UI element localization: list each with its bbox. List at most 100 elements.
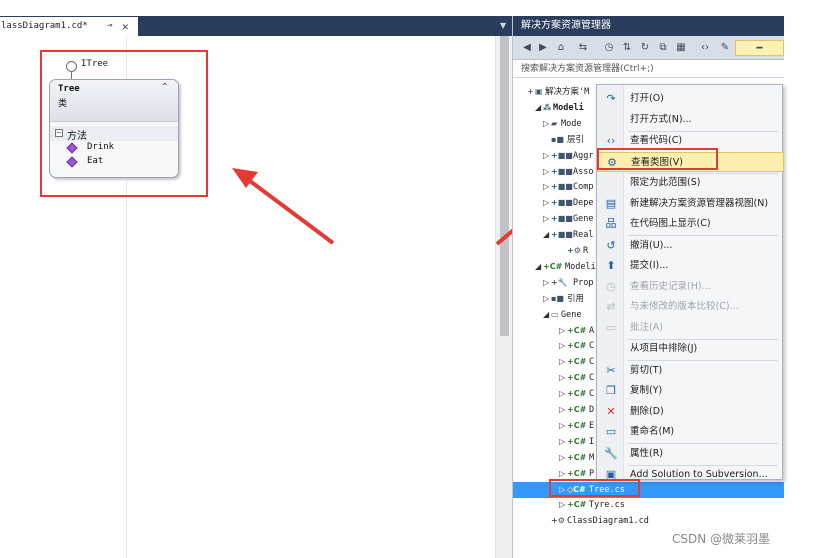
tree-item-icon: +C# [567, 325, 587, 335]
forward-icon[interactable]: ▶ [535, 40, 551, 56]
tree-item-label: Mode [561, 118, 582, 129]
tree-item-icon: +■■ [551, 230, 573, 240]
menu-item[interactable]: 品 在代码图上显示(C) [597, 214, 784, 234]
tree-item-label: C [589, 373, 595, 384]
menu-item-label: 从项目中排除(J) [630, 343, 698, 354]
solution-explorer-title: 解决方案资源管理器 [513, 16, 784, 36]
menu-item-label: 删除(D) [630, 405, 664, 417]
tree-item-icon: +C# [567, 452, 587, 462]
tree-item-icon: +■■ [551, 150, 573, 160]
tree-item-icon: +■■ [551, 198, 573, 208]
tree-expander-icon[interactable]: ▷ [543, 164, 549, 180]
annotation-box-tree-cs [549, 479, 640, 497]
tree-expander-icon[interactable]: ▷ [559, 354, 565, 370]
tree-expander-icon[interactable]: ▷ [543, 291, 549, 307]
tree-expander-icon[interactable]: ▷ [559, 402, 565, 418]
tree-item-icon: ▪■ [551, 134, 564, 144]
tree-expander-icon[interactable]: ▷ [559, 450, 565, 466]
tree-expander-icon[interactable]: ▷ [559, 497, 565, 513]
menu-item-label: 查看历史记录(H)... [630, 280, 711, 292]
annotate-icon: ▭ [605, 320, 617, 334]
tree-item-label: Depe [573, 198, 594, 209]
back-icon[interactable]: ◀ [519, 40, 535, 56]
tree-item-icon: +C# [543, 261, 563, 271]
arrow-to-class-shape [232, 168, 335, 245]
tree-item-label: Asso [573, 166, 594, 177]
delete-icon: ✕ [606, 404, 616, 418]
tree-item-icon: ▭ [551, 309, 559, 319]
tree-expander-icon[interactable]: ◢ [543, 227, 549, 243]
history-icon[interactable]: ◷ [601, 40, 617, 56]
tree-expander-icon[interactable]: ◢ [535, 100, 541, 116]
tree-expander-icon[interactable]: ▷ [559, 418, 565, 434]
view-code-icon[interactable]: ‹› [697, 40, 713, 56]
tree-expander-icon[interactable]: ▷ [543, 211, 549, 227]
menu-item[interactable]: 打开方式(N)... [597, 110, 784, 130]
menu-item: ⇄ 与未修改的版本比较(C)... [597, 297, 784, 317]
refresh-icon[interactable]: ↻ [637, 40, 653, 56]
menu-item[interactable]: ❐ 复制(Y) [597, 381, 784, 401]
tree-expander-icon[interactable]: ▷ [543, 275, 549, 291]
tree-expander-icon[interactable]: ▷ [559, 434, 565, 450]
menu-item[interactable]: 🔧 属性(R) [597, 444, 784, 464]
menu-item-label: 在代码图上显示(C) [630, 218, 711, 229]
home-icon[interactable]: ⌂ [553, 40, 569, 56]
menu-item[interactable]: ▭ 重命名(M) [597, 422, 784, 442]
collapse-all-icon[interactable]: ⧉ [655, 40, 671, 56]
menu-item[interactable]: 限定为此范围(S) [597, 173, 784, 193]
menu-item[interactable]: ✂ 剪切(T) [597, 361, 784, 381]
menu-item-label: 打开方式(N)... [630, 113, 692, 125]
properties-icon[interactable]: ✎ [717, 40, 733, 56]
tree-item-label: Gene [561, 309, 582, 320]
tree-item-label: C [589, 357, 595, 368]
pending-changes-icon[interactable]: ⇅ [619, 40, 635, 56]
tree-item-label: Modeli [553, 102, 584, 113]
menu-item-label: 批注(A) [630, 321, 663, 333]
tree-expander-icon[interactable]: ▷ [543, 148, 549, 164]
tree-item-label: E [589, 420, 595, 431]
menu-item[interactable]: 从项目中排除(J) [597, 339, 784, 359]
tree-item-icon: +C# [567, 500, 587, 510]
tree-item-label: D [589, 405, 595, 415]
tree-item-icon: +⚙ [567, 246, 581, 255]
tree-item-label: R [583, 246, 589, 256]
solution-search-input[interactable]: 搜索解决方案资源管理器(Ctrl+;) [513, 60, 784, 78]
tree-expander-icon[interactable]: ▷ [559, 386, 565, 402]
sync-icon[interactable]: ⇆ [575, 40, 591, 56]
rename-icon: ▭ [605, 425, 617, 438]
tree-expander-icon[interactable]: ▷ [543, 116, 549, 132]
tree-expander-icon[interactable]: ▷ [559, 323, 565, 339]
tree-item-label: 层引 [567, 134, 585, 145]
menu-item[interactable]: ↷ 打开(O) [597, 89, 784, 109]
tree-expander-icon[interactable]: ▷ [543, 179, 549, 195]
tree-expander-icon[interactable]: ◢ [543, 307, 549, 323]
annotation-box-menu-item [597, 148, 718, 170]
context-menu: ↷ 打开(O) 打开方式(N)... ‹› 查看代码(C) ⚙ 查看类图(V) 限定为此范围(… [596, 84, 784, 481]
solution-explorer-toolbar: ◀ ▶ ⌂ ⇆ ◷ ⇅ ↻ ⧉ ▦ ‹› ✎ ━ [513, 36, 784, 60]
properties-icon: 🔧 [604, 446, 618, 460]
tree-item-icon: +■■ [551, 182, 573, 192]
tree-item-label: M [589, 452, 595, 463]
tree-expander-icon[interactable]: + [527, 84, 534, 100]
tree-expander-icon[interactable]: ▷ [559, 338, 565, 354]
menu-item[interactable]: ✕ 删除(D) [597, 402, 784, 422]
menu-item[interactable]: ⬆ 提交(I)... [597, 256, 784, 276]
tree-item-icon: +C# [567, 405, 587, 414]
menu-item[interactable]: ↺ 撤消(U)... [597, 236, 784, 256]
tree-expander-icon[interactable]: ▷ [559, 370, 565, 386]
menu-item-label: 重命名(M) [630, 426, 675, 437]
tree-item-label: C [589, 389, 595, 400]
tree-item-icon: +C# [567, 373, 587, 383]
tree-row[interactable]: +⚙ ClassDiagram1.cd [513, 513, 784, 529]
show-all-files-icon[interactable]: ▦ [673, 40, 689, 56]
undo-icon: ↺ [606, 238, 616, 252]
tree-item-label: Gene [573, 214, 594, 225]
tree-expander-icon[interactable]: ◢ [535, 259, 541, 275]
tree-row[interactable]: ▷ +C# Tyre.cs [513, 497, 784, 513]
tree-expander-icon[interactable]: ▷ [543, 195, 549, 211]
compare-icon: ⇄ [606, 300, 616, 313]
tree-item-icon: +■■ [551, 214, 573, 224]
tree-item-label: ClassDiagram1.cd [567, 516, 649, 527]
preview-icon[interactable]: ━ [735, 40, 784, 56]
menu-item[interactable]: ▤ 新建解决方案资源管理器视图(N) [597, 194, 784, 214]
